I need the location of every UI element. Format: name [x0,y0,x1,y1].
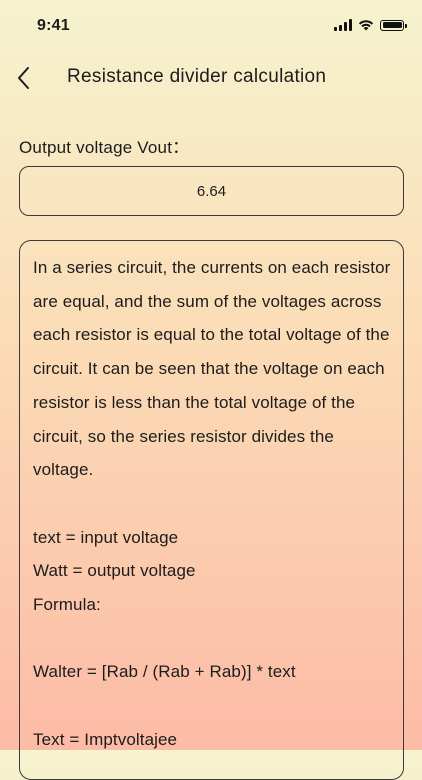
definition-text-input: Text = Imptvoltajee [33,729,178,749]
output-voltage-value: 6.64 [196,182,227,200]
status-bar: 9:41 [0,0,422,54]
info-paragraph: In a series circuit, the currents on eac… [33,258,391,480]
cellular-signal-icon [334,19,352,31]
battery-icon [380,19,407,31]
status-time: 9:41 [37,17,70,34]
formula: Walter = [Rab / (Rab + Rab)] * text [33,662,296,682]
output-voltage-field[interactable]: 6.64 [19,166,404,216]
info-card[interactable]: In a series circuit, the currents on eac… [19,240,404,780]
status-icons [334,19,407,31]
page-title: Resistance divider calculation [67,66,327,87]
wifi-icon [358,20,374,31]
definition-watt: Watt = output voltage [33,561,196,581]
output-voltage-label: Output voltage Vout： [19,138,190,157]
nav-bar: Resistance divider calculation [0,56,422,100]
back-button[interactable] [8,62,40,94]
formula-label: Formula: [33,595,101,615]
battery-level [382,22,402,28]
definition-text: text = input voltage [33,527,179,547]
chevron-left-icon [18,67,29,89]
